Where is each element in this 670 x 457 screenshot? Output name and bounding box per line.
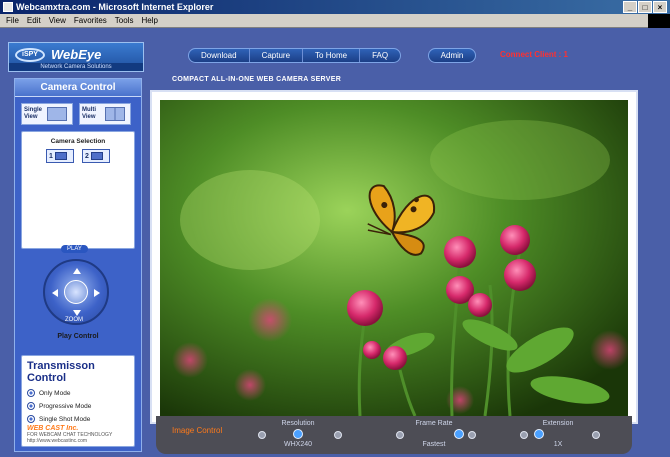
ptz-zoom-label[interactable]: ZOOM (65, 317, 83, 323)
webcam-app: iSPY WebEye Network Camera Solutions Dow… (0, 28, 670, 457)
image-control-label: Image Control (172, 426, 223, 435)
vendor-info: WEB CAST Inc. FOR WEBCAM CHAT TECHNOLOGY… (27, 425, 112, 444)
multi-view-label: Multi View (82, 107, 96, 120)
camera-1-label: 1 (49, 152, 53, 160)
extension-title: Extension (542, 420, 574, 427)
resolution-slider-knob[interactable] (293, 429, 303, 439)
connected-clients-status: Connect Client : 1 (500, 50, 569, 59)
maximize-button[interactable]: □ (638, 1, 652, 13)
ptz-control-pad[interactable] (43, 259, 109, 325)
page-subtitle: COMPACT ALL-IN-ONE WEB CAMERA SERVER (172, 76, 342, 83)
resolution-title: Resolution (281, 420, 315, 427)
resolution-decrease-icon[interactable] (258, 431, 266, 439)
logo-tagline: Network Camera Solutions (9, 63, 143, 71)
close-button[interactable]: × (653, 1, 667, 13)
view-mode-row: Single View Multi View (21, 103, 131, 125)
menu-view[interactable]: View (49, 16, 66, 25)
video-frame-image (160, 100, 628, 416)
live-video-feed[interactable] (160, 100, 628, 416)
progressive-mode-label: Progressive Mode (39, 402, 92, 410)
menu-file[interactable]: File (6, 16, 19, 25)
logo-mark-icon: iSPY (15, 48, 45, 62)
menu-edit[interactable]: Edit (27, 16, 41, 25)
admin-button[interactable]: Admin (428, 48, 476, 63)
frame-rate-value: Fastest (422, 441, 446, 448)
transmission-control-panel: Transmisson Control Only Mode Progressiv… (21, 355, 135, 447)
ptz-play-label[interactable]: PLAY (61, 245, 88, 253)
single-view-label: Single View (24, 107, 43, 120)
mode-option[interactable]: Progressive Mode (27, 402, 129, 410)
pan-left-icon[interactable] (52, 289, 58, 297)
menu-tools[interactable]: Tools (115, 16, 134, 25)
camera-2-button[interactable]: 2 (82, 149, 110, 163)
camera-control-sidebar: Camera Control Single View Multi View Ca… (14, 78, 142, 452)
minimize-button[interactable]: _ (623, 1, 637, 13)
only-mode-label: Only Mode (39, 389, 71, 397)
camera-icon (54, 152, 67, 160)
nav-faq[interactable]: FAQ (360, 49, 400, 62)
camera-2-label: 2 (85, 152, 89, 160)
frame-rate-decrease-icon[interactable] (396, 431, 404, 439)
menu-favorites[interactable]: Favorites (74, 16, 107, 25)
transmission-control-title: Transmisson Control (27, 360, 95, 384)
single-view-button[interactable]: Single View (21, 103, 73, 125)
nav-download[interactable]: Download (189, 49, 250, 62)
frame-rate-increase-icon[interactable] (468, 431, 476, 439)
menu-bar: File Edit View Favorites Tools Help (0, 14, 670, 38)
resolution-control: Resolution WHX240 (248, 420, 348, 452)
ptz-center-button[interactable] (64, 280, 88, 304)
window-controls: _ □ × (623, 1, 667, 13)
pan-right-icon[interactable] (94, 289, 100, 297)
multi-view-button[interactable]: Multi View (79, 103, 131, 125)
single-shot-mode-label: Single Shot Mode (39, 415, 91, 423)
camera-selection-label: Camera Selection (50, 138, 106, 145)
window-title: Webcamxtra.com - Microsoft Internet Expl… (16, 2, 214, 12)
resolution-value: WHX240 (283, 441, 312, 448)
play-control-caption: Play Control (57, 333, 99, 340)
mode-option[interactable]: Single Shot Mode (27, 415, 129, 423)
logo-name: WebEye (51, 47, 102, 62)
camera-icon (90, 152, 103, 160)
pan-up-icon[interactable] (73, 268, 81, 274)
image-control-bar: Image Control Resolution WHX240 Frame Ra… (156, 416, 632, 454)
radio-icon[interactable] (27, 402, 35, 410)
extension-increase-icon[interactable] (592, 431, 600, 439)
extension-decrease-icon[interactable] (520, 431, 528, 439)
multi-view-icon (105, 107, 125, 121)
extension-slider-knob[interactable] (534, 429, 544, 439)
pan-down-icon[interactable] (73, 310, 81, 316)
radio-icon[interactable] (27, 389, 35, 397)
frame-rate-control: Frame Rate Fastest (384, 420, 484, 452)
camera-1-button[interactable]: 1 (46, 149, 74, 163)
frame-rate-slider-knob[interactable] (454, 429, 464, 439)
ptz-area: PLAY (21, 199, 135, 325)
browser-icon (3, 2, 13, 12)
nav-capture[interactable]: Capture (250, 49, 304, 62)
top-navigation: Download Capture To Home FAQ (188, 48, 402, 63)
vendor-url[interactable]: http://www.webcastinc.com (27, 438, 112, 444)
extension-control: Extension 1X (508, 420, 608, 452)
radio-icon[interactable] (27, 415, 35, 423)
window-title-bar: Webcamxtra.com - Microsoft Internet Expl… (0, 0, 670, 14)
camera-control-title: Camera Control (15, 79, 141, 97)
extension-value: 1X (553, 441, 563, 448)
nav-to-home[interactable]: To Home (303, 49, 361, 62)
resolution-increase-icon[interactable] (334, 431, 342, 439)
mode-option[interactable]: Only Mode (27, 389, 129, 397)
logo: iSPY WebEye Network Camera Solutions (8, 42, 144, 72)
single-view-icon (47, 107, 67, 121)
video-viewer (150, 90, 638, 424)
frame-rate-title: Frame Rate (415, 420, 453, 427)
menu-help[interactable]: Help (141, 16, 157, 25)
